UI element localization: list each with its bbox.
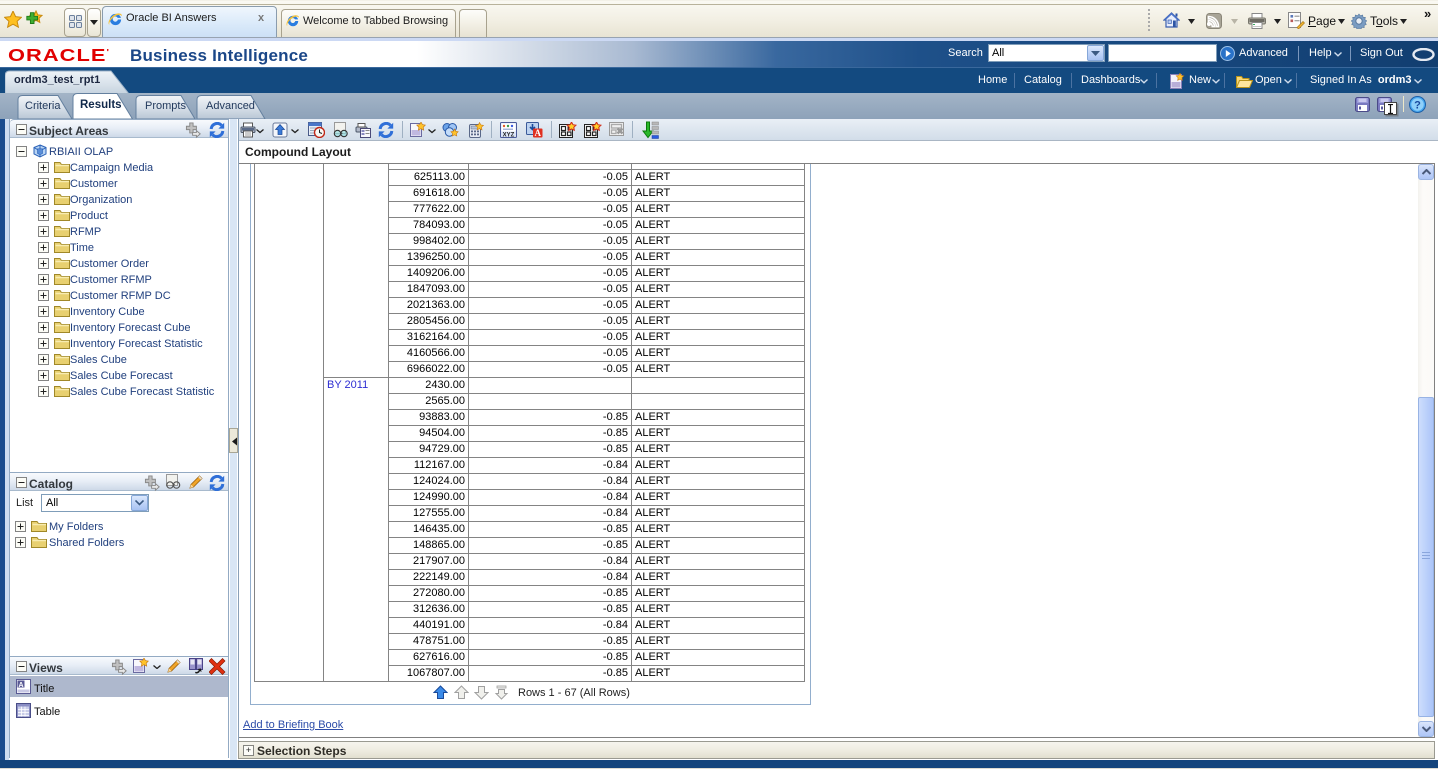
svg-text:A: A <box>534 128 541 138</box>
svg-text:A: A <box>18 682 23 689</box>
svg-text:?: ? <box>1414 100 1421 112</box>
svg-text:XYZ: XYZ <box>503 133 515 139</box>
